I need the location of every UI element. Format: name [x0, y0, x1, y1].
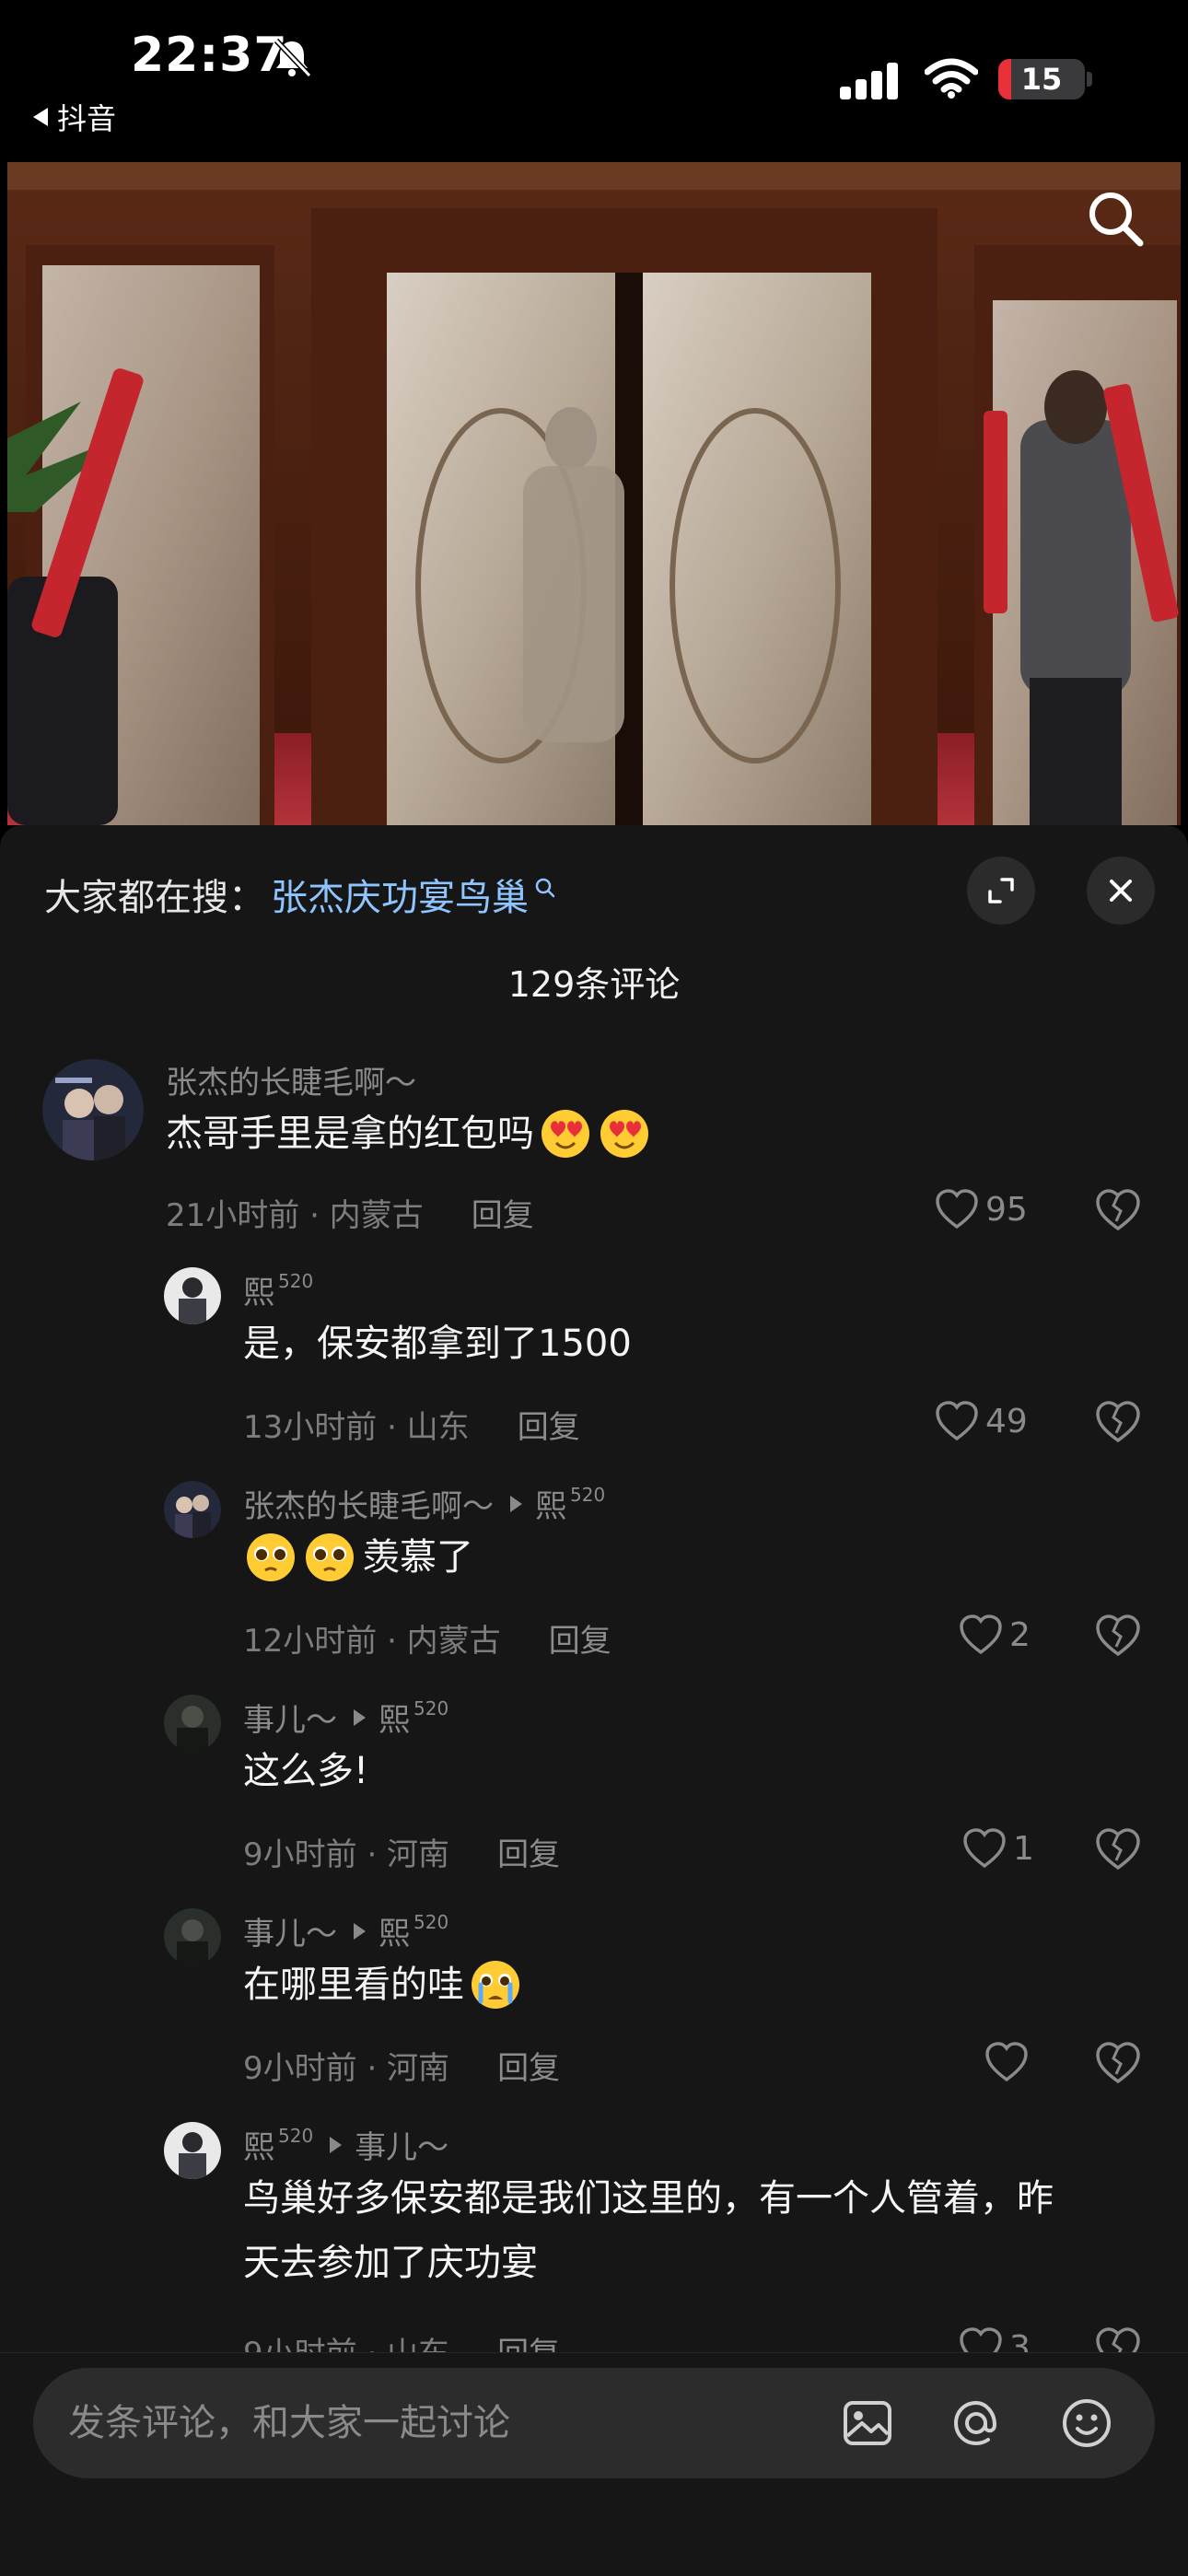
comment-username[interactable]: 张杰的长睫毛啊～ — [166, 1057, 416, 1102]
dislike-icon[interactable] — [1092, 1398, 1144, 1444]
comment-text: 这么多! — [243, 1750, 369, 1792]
avatar[interactable] — [164, 1695, 221, 1752]
expand-icon — [988, 878, 1014, 903]
search-icon[interactable] — [1083, 186, 1149, 252]
pleading-face-emoji — [306, 1533, 354, 1581]
comment-input-placeholder: 发条评论，和大家一起讨论 — [68, 2402, 510, 2444]
hot-search[interactable]: 大家都在搜： 张杰庆功宴鸟巢 — [44, 868, 556, 921]
heart-icon — [985, 2042, 1028, 2082]
dislike-icon[interactable] — [1092, 1612, 1144, 1658]
dislike-icon[interactable] — [1092, 2039, 1144, 2085]
comment-input[interactable]: 发条评论，和大家一起讨论 — [33, 2368, 1155, 2478]
hot-search-prefix: 大家都在搜： — [44, 877, 265, 919]
like-button[interactable]: 2 — [958, 1612, 1031, 1658]
time-location: 12小时前 · 内蒙古 — [243, 1623, 501, 1660]
reply-arrow-icon — [354, 1922, 366, 1940]
like-button[interactable] — [984, 2039, 1035, 2085]
like-count: 95 — [985, 1190, 1028, 1229]
comment-meta: 13小时前 · 山东 回复 — [243, 1402, 580, 1447]
time-location: 21小时前 · 内蒙古 — [166, 1197, 424, 1234]
reply-button[interactable]: 回复 — [518, 1409, 580, 1446]
dislike-icon[interactable] — [1092, 1825, 1144, 1871]
dislike-icon[interactable] — [1092, 1186, 1144, 1232]
wifi-icon — [925, 58, 978, 99]
back-arrow-icon — [33, 108, 48, 126]
battery-cap — [1087, 72, 1092, 87]
reply-item[interactable]: 张杰的长睫毛啊～熙 520 羡慕了 12小时前 · 内蒙古 回复 2 — [0, 1481, 1188, 1684]
back-to-app[interactable]: 抖音 — [33, 96, 116, 138]
like-count: 2 — [1009, 1615, 1031, 1654]
comment-text: 在哪里看的哇 — [243, 1952, 523, 2017]
video-player[interactable] — [7, 162, 1181, 825]
status-time: 22:37 — [131, 28, 288, 83]
reply-arrow-icon — [330, 2136, 343, 2153]
status-bar: 22:37 抖音 15 — [0, 0, 1188, 157]
comment-meta: 21小时前 · 内蒙古 回复 — [166, 1190, 534, 1235]
avatar[interactable] — [164, 2122, 221, 2179]
comment-item[interactable]: 张杰的长睫毛啊～ 杰哥手里是拿的红包吗 21小时前 · 内蒙古 回复 95 — [0, 1055, 1188, 1258]
reply-item[interactable]: 事儿～熙 520 这么多! 9小时前 · 河南 回复 1 — [0, 1695, 1188, 1897]
heart-icon — [963, 1828, 1006, 1869]
reply-button[interactable]: 回复 — [497, 2050, 560, 2087]
reply-arrow-icon — [510, 1495, 522, 1512]
avatar[interactable] — [164, 1481, 221, 1538]
small-search-icon — [535, 878, 555, 898]
reply-button[interactable]: 回复 — [549, 1623, 611, 1660]
battery-icon: 15 — [998, 59, 1085, 99]
like-count: 49 — [985, 1402, 1028, 1440]
reply-button[interactable]: 回复 — [472, 1197, 534, 1234]
heart-eyes-emoji — [600, 1110, 648, 1158]
comment-username[interactable]: 张杰的长睫毛啊～熙 520 — [243, 1481, 605, 1526]
pleading-face-emoji — [247, 1533, 295, 1581]
time-location: 9小时前 · 河南 — [243, 1836, 450, 1873]
close-icon — [1110, 880, 1132, 902]
reply-button[interactable]: 回复 — [497, 1836, 560, 1873]
comment-meta: 9小时前 · 河南 回复 — [243, 1829, 560, 1874]
heart-eyes-emoji — [542, 1110, 589, 1158]
like-button[interactable]: 49 — [934, 1398, 1028, 1444]
at-icon[interactable] — [945, 2392, 1007, 2454]
comment-meta: 12小时前 · 内蒙古 回复 — [243, 1615, 611, 1661]
close-button[interactable] — [1087, 857, 1155, 925]
avatar[interactable] — [164, 1267, 221, 1324]
comment-text-line-2: 天去参加了庆功宴 — [243, 2242, 538, 2284]
cellular-signal-icon — [840, 63, 898, 99]
like-button[interactable]: 95 — [934, 1186, 1028, 1232]
comment-count: 129条评论 — [507, 964, 681, 1005]
reply-item[interactable]: 熙 520 是，保安都拿到了1500 13小时前 · 山东 回复 49 — [0, 1267, 1188, 1470]
reply-item[interactable]: 事儿～熙 520 在哪里看的哇 9小时前 · 河南 回复 — [0, 1908, 1188, 2111]
comment-username[interactable]: 事儿～熙 520 — [243, 1908, 448, 1953]
comment-username[interactable]: 事儿～熙 520 — [243, 1695, 448, 1740]
avatar[interactable] — [42, 1059, 144, 1160]
video-frame — [7, 162, 1181, 825]
emoji-icon[interactable] — [1055, 2392, 1118, 2454]
expand-button[interactable] — [967, 857, 1035, 925]
comment-meta: 9小时前 · 河南 回复 — [243, 2043, 560, 2088]
battery-level: 15 — [1020, 62, 1063, 97]
time-location: 9小时前 · 河南 — [243, 2050, 450, 2087]
comment-panel: 大家都在搜： 张杰庆功宴鸟巢 129条评论 张杰的长睫毛啊～ 杰哥手里是拿的红包… — [0, 825, 1188, 2575]
comment-username[interactable]: 熙 520 — [243, 1267, 313, 1312]
hot-search-keyword[interactable]: 张杰庆功宴鸟巢 — [271, 868, 529, 921]
image-icon[interactable] — [836, 2392, 899, 2454]
back-app-label: 抖音 — [57, 101, 117, 136]
heart-icon — [936, 1189, 978, 1230]
comment-text: 杰哥手里是拿的红包吗 — [166, 1102, 652, 1166]
comment-text-line-1: 鸟巢好多保安都是我们这里的，有一个人管着，昨 — [243, 2177, 1054, 2220]
heart-icon — [936, 1401, 978, 1441]
reply-arrow-icon — [354, 1708, 366, 1726]
heart-icon — [960, 1614, 1002, 1655]
like-button[interactable]: 1 — [961, 1825, 1034, 1871]
comment-text: 是，保安都拿到了1500 — [243, 1323, 632, 1365]
time-location: 13小时前 · 山东 — [243, 1409, 470, 1446]
bell-slash-icon — [274, 38, 312, 78]
comment-input-bar: 发条评论，和大家一起讨论 — [0, 2352, 1188, 2576]
avatar[interactable] — [164, 1908, 221, 1965]
like-count: 1 — [1013, 1829, 1034, 1868]
comment-text: 羡慕了 — [243, 1525, 473, 1590]
comment-username[interactable]: 熙 520 事儿～ — [243, 2122, 448, 2167]
crying-face-emoji — [472, 1961, 519, 2009]
